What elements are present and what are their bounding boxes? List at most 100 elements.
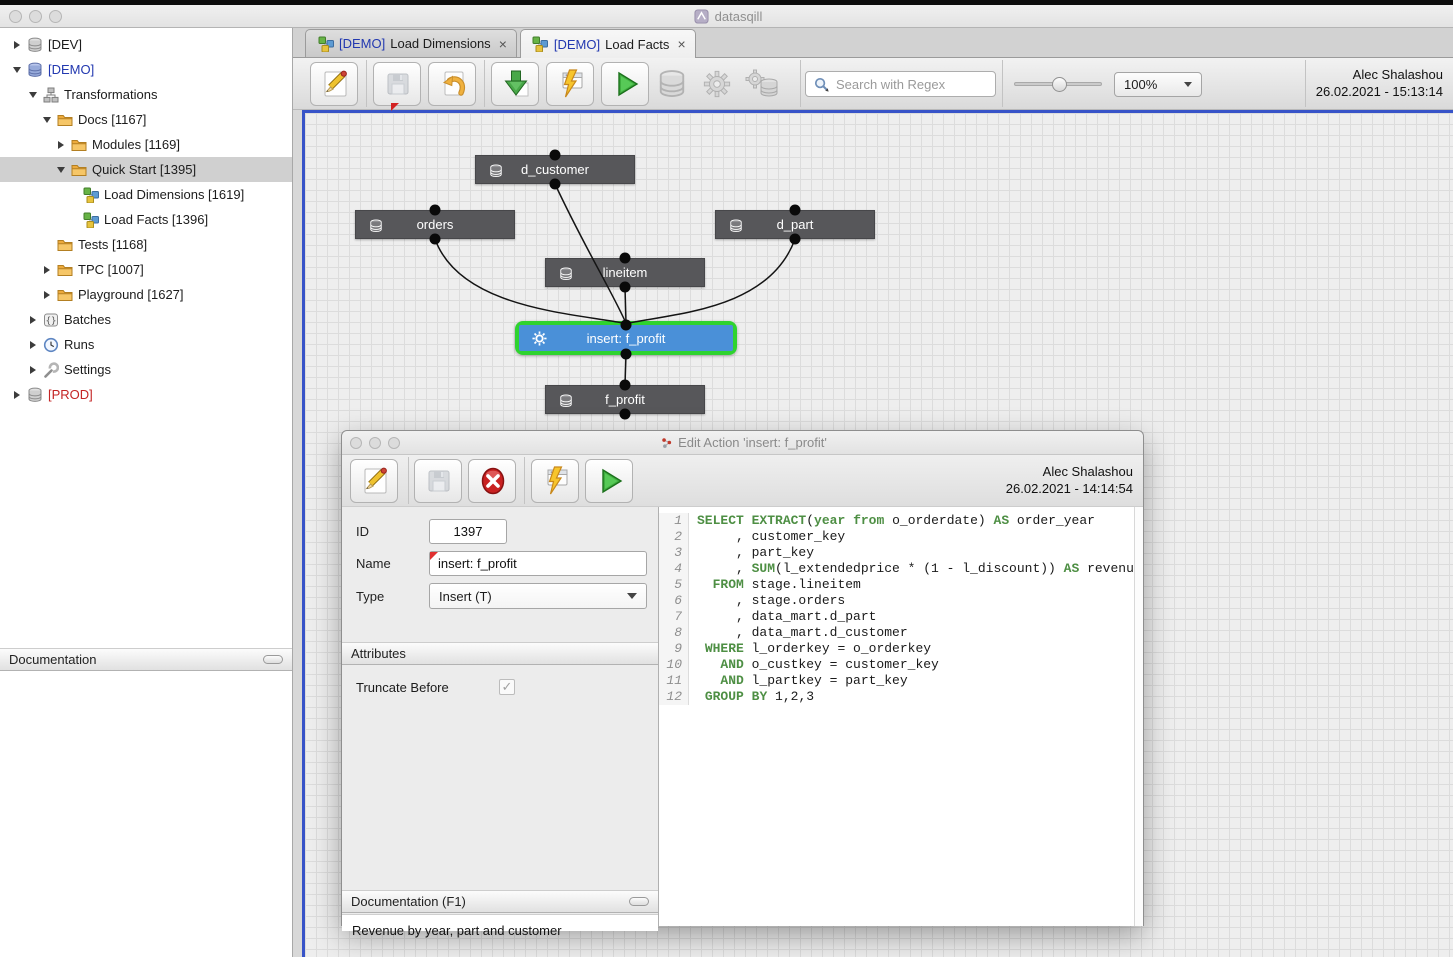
tree-item-runs[interactable]: Runs: [0, 332, 292, 357]
expand-arrow-icon[interactable]: [26, 366, 40, 374]
tree-item-load-dimensions[interactable]: Load Dimensions [1619]: [0, 182, 292, 207]
zoom-slider-knob[interactable]: [1052, 77, 1067, 92]
pencil-icon: [358, 465, 392, 497]
dialog-toolbar: Alec Shalashou 26.02.2021 - 14:14:54: [342, 455, 1143, 507]
zoom-slider[interactable]: [1014, 82, 1102, 86]
app-icon: [693, 8, 710, 24]
collapse-panel-button[interactable]: [263, 655, 283, 664]
collapse-arrow-icon[interactable]: [26, 92, 40, 98]
play-icon: [594, 465, 626, 497]
undo-button[interactable]: [428, 62, 476, 106]
batches-icon: {}: [42, 312, 59, 328]
chevron-down-icon: [627, 593, 637, 599]
node-d-part[interactable]: d_part: [715, 210, 875, 239]
execute-sql-button[interactable]: [546, 62, 594, 106]
node-insert-f-profit-selected[interactable]: insert: f_profit: [515, 321, 737, 355]
user-name: Alec Shalashou: [1006, 463, 1133, 480]
tree-item-docs[interactable]: Docs [1167]: [0, 107, 292, 132]
type-select[interactable]: Insert (T): [429, 583, 647, 609]
dialog-documentation-header: Documentation (F1): [342, 890, 658, 913]
name-field[interactable]: [429, 551, 647, 576]
transformation-icon: [532, 36, 549, 52]
action-timestamp: 26.02.2021 - 14:14:54: [1006, 480, 1133, 497]
tree-item-quick-start[interactable]: Quick Start [1395]: [0, 157, 292, 182]
tree-item-tpc[interactable]: TPC [1007]: [0, 257, 292, 282]
tree-item-load-facts[interactable]: Load Facts [1396]: [0, 207, 292, 232]
node-orders[interactable]: orders: [355, 210, 515, 239]
node-f-profit[interactable]: f_profit: [545, 385, 705, 414]
id-field[interactable]: [429, 519, 507, 544]
tab-load-facts[interactable]: [DEMO] Load Facts ×: [520, 29, 696, 58]
truncate-before-row: Truncate Before ✓: [356, 679, 636, 695]
dialog-edit-button[interactable]: [350, 459, 398, 503]
dialog-save-button[interactable]: [414, 459, 462, 503]
zoom-select[interactable]: 100%: [1114, 72, 1202, 97]
gear-action-disabled: [700, 69, 732, 99]
truncate-before-checkbox[interactable]: ✓: [499, 679, 515, 695]
folder-icon: [70, 137, 87, 153]
expand-arrow-icon[interactable]: [26, 341, 40, 349]
edit-action-icon: [660, 436, 673, 449]
dialog-execute-sql-button[interactable]: [531, 459, 579, 503]
id-row: ID: [356, 519, 507, 544]
sql-editor[interactable]: 1SELECT EXTRACT(year from o_orderdate) A…: [659, 507, 1143, 926]
tree-item-demo[interactable]: [DEMO]: [0, 57, 292, 82]
tree-item-batches[interactable]: {} Batches: [0, 307, 292, 332]
tree-item-playground[interactable]: Playground [1627]: [0, 282, 292, 307]
dialog-run-button[interactable]: [585, 459, 633, 503]
table-icon: [727, 218, 744, 234]
collapse-arrow-icon[interactable]: [54, 167, 68, 173]
attributes-title: Attributes: [351, 646, 406, 661]
collapse-arrow-icon[interactable]: [40, 117, 54, 123]
folder-icon: [56, 262, 73, 278]
deploy-button[interactable]: [491, 62, 539, 106]
collapse-arrow-icon[interactable]: [10, 67, 24, 73]
node-d-customer[interactable]: d_customer: [475, 155, 635, 184]
database-icon: [26, 37, 43, 53]
dialog-documentation-content[interactable]: Revenue by year, part and customer: [342, 914, 658, 931]
expand-arrow-icon[interactable]: [10, 391, 24, 399]
tab-bar: [DEMO] Load Dimensions × [DEMO] Load Fac…: [293, 28, 1453, 58]
svg-text:{}: {}: [45, 316, 56, 326]
sql-code[interactable]: 1SELECT EXTRACT(year from o_orderdate) A…: [659, 513, 1134, 705]
expand-arrow-icon[interactable]: [40, 266, 54, 274]
search-icon: [814, 77, 829, 92]
node-lineitem[interactable]: lineitem: [545, 258, 705, 287]
app-window: datasqill [DEV] [DEMO] Transformations: [0, 0, 1453, 957]
expand-arrow-icon[interactable]: [54, 141, 68, 149]
tab-load-dimensions[interactable]: [DEMO] Load Dimensions ×: [305, 29, 517, 57]
tree-item-tests[interactable]: Tests [1168]: [0, 232, 292, 257]
dialog-form-panel: ID Name Type Insert (T): [342, 507, 659, 926]
expand-arrow-icon[interactable]: [10, 41, 24, 49]
save-icon: [423, 465, 455, 497]
zoom-value: 100%: [1124, 77, 1157, 92]
tree-item-prod[interactable]: [PROD]: [0, 382, 292, 407]
tree-item-transformations[interactable]: Transformations: [0, 82, 292, 107]
dialog-titlebar[interactable]: Edit Action 'insert: f_profit': [342, 431, 1143, 455]
sidebar-documentation-content[interactable]: [0, 671, 292, 957]
search-input[interactable]: [834, 76, 1014, 93]
dialog-title-text: Edit Action 'insert: f_profit': [678, 435, 827, 450]
object-tree: [DEV] [DEMO] Transformations Docs [1167]: [0, 28, 292, 648]
expand-arrow-icon[interactable]: [26, 316, 40, 324]
search-box: [805, 71, 996, 97]
database-blue-icon: [26, 62, 43, 78]
collapse-panel-button[interactable]: [629, 897, 649, 906]
expand-arrow-icon[interactable]: [40, 291, 54, 299]
tree-item-modules[interactable]: Modules [1169]: [0, 132, 292, 157]
name-row: Name: [356, 551, 647, 576]
edit-button[interactable]: [310, 62, 358, 106]
tree-item-dev[interactable]: [DEV]: [0, 32, 292, 57]
type-label: Type: [356, 589, 429, 604]
close-tab-icon[interactable]: ×: [677, 37, 685, 51]
database-icon: [26, 387, 43, 403]
table-icon: [557, 266, 574, 282]
save-button[interactable]: [373, 62, 421, 106]
close-tab-icon[interactable]: ×: [499, 37, 507, 51]
tree-item-settings[interactable]: Settings: [0, 357, 292, 382]
run-button[interactable]: [601, 62, 649, 106]
sql-scrollbar[interactable]: [1134, 507, 1143, 926]
folder-icon: [70, 162, 87, 178]
settings-wrench-icon: [42, 362, 59, 378]
dialog-cancel-button[interactable]: [468, 459, 516, 503]
